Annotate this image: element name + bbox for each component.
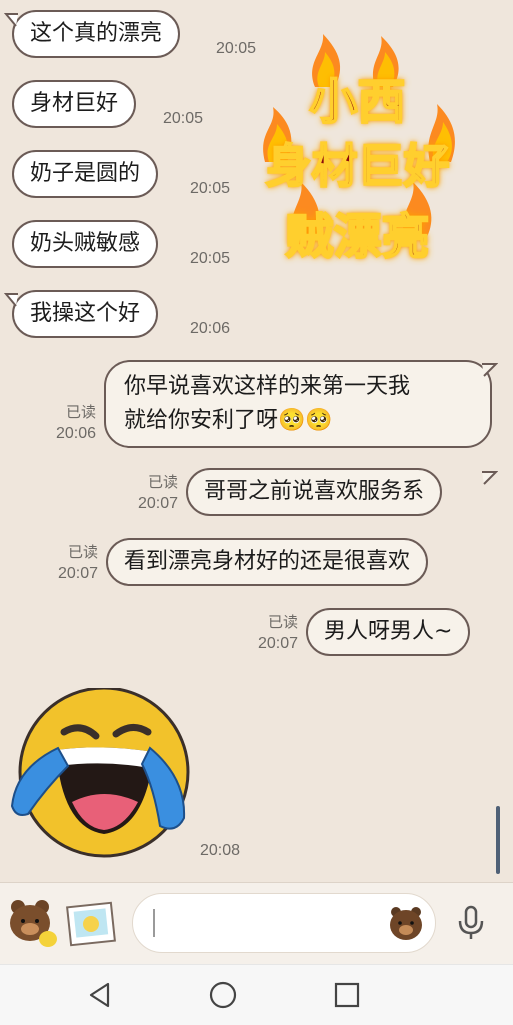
recents-icon[interactable] <box>333 981 361 1009</box>
message-bubble[interactable]: 男人呀男人~ <box>306 608 471 656</box>
chat-area[interactable]: 这个真的漂亮 20:05 身材巨好 20:05 奶子是圆的 20:05 奶头贼敏… <box>0 0 513 882</box>
bubble-tail-icon <box>4 13 18 27</box>
message-input[interactable] <box>132 893 436 953</box>
input-bar <box>0 882 513 965</box>
message-bubble[interactable]: 你早说喜欢这样的来第一天我 就给你安利了呀🥺🥺 <box>104 360 492 448</box>
message-time: 20:05 <box>190 250 231 267</box>
message-bubble[interactable]: 奶头贼敏感 <box>12 220 159 268</box>
bubble-tail-icon <box>482 471 498 485</box>
message-bubble[interactable]: 看到漂亮身材好的还是很喜欢 <box>106 538 429 586</box>
read-receipt: 已读 20:07 <box>137 474 178 512</box>
bubble-tail-icon <box>4 293 18 307</box>
read-receipt: 已读 20:07 <box>257 614 298 652</box>
read-receipt: 已读 20:07 <box>57 544 98 582</box>
bear-sticker-icon[interactable] <box>4 895 60 951</box>
message-bubble[interactable]: 哥哥之前说喜欢服务系 <box>186 468 443 516</box>
message-bubble[interactable]: 我操这个好 <box>12 290 159 338</box>
system-navigation-bar <box>0 964 513 1025</box>
photo-icon[interactable] <box>66 899 116 949</box>
microphone-icon[interactable] <box>456 905 486 941</box>
message-time: 20:06 <box>190 320 231 337</box>
sticker-line: 小西 <box>308 73 406 131</box>
back-icon[interactable] <box>86 981 114 1009</box>
bubble-tail-icon <box>482 363 498 377</box>
message-bubble[interactable]: 这个真的漂亮 <box>12 10 181 58</box>
home-icon[interactable] <box>208 980 238 1010</box>
sticker-line: 身材巨好 <box>265 138 451 194</box>
laughing-crying-emoji-icon[interactable] <box>6 688 190 860</box>
message-time: 20:05 <box>163 110 204 127</box>
message-time: 20:05 <box>190 180 231 197</box>
scrollbar[interactable] <box>496 806 500 874</box>
message-bubble[interactable]: 奶子是圆的 <box>12 150 159 198</box>
message-line: 你早说喜欢这样的来第一天我 <box>124 374 411 399</box>
sticker-line: 贼漂亮 <box>284 208 430 266</box>
flame-text-sticker[interactable]: 小西 身材巨好 贼漂亮 <box>255 32 460 266</box>
message-time: 20:08 <box>200 842 241 859</box>
message-line: 就给你安利了呀🥺🥺 <box>124 408 333 433</box>
text-cursor <box>153 909 155 937</box>
message-bubble[interactable]: 身材巨好 <box>12 80 137 128</box>
bear-emoji-icon[interactable] <box>387 904 425 942</box>
message-time: 20:05 <box>216 40 257 57</box>
read-receipt: 已读 20:06 <box>55 404 96 442</box>
